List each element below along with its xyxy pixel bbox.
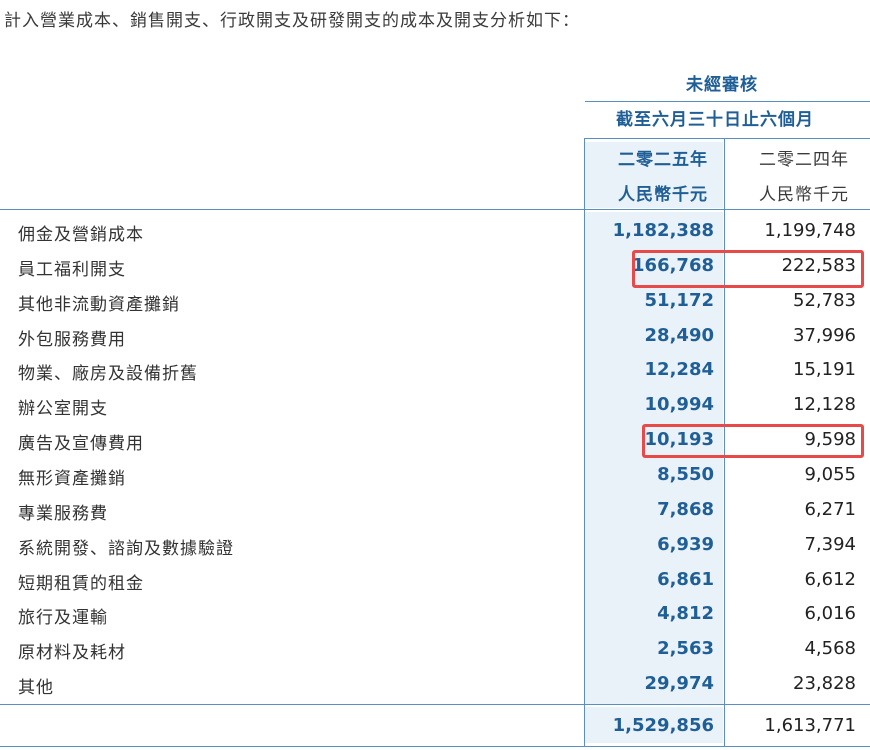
value-2025: 12,284 [644,359,714,381]
row-label: 原材料及耗材 [18,643,126,664]
value-2024: 9,055 [804,463,856,485]
table-row: 短期租賃的租金 6,861 6,612 [0,563,870,598]
column-divider-left [584,138,585,746]
body-top-rule [0,209,870,210]
unit-2025-header: 人民幣千元 [618,185,708,205]
table-row: 佣金及營銷成本 1,182,388 1,199,748 [0,214,870,249]
value-2025: 2,563 [657,638,714,660]
header-rule-1 [585,101,870,102]
value-2024: 6,016 [804,603,856,625]
table-row: 系統開發、諮詢及數據驗證 6,939 7,394 [0,528,870,563]
value-2024: 4,568 [804,638,856,660]
value-2024: 6,612 [804,568,856,590]
row-label: 佣金及營銷成本 [18,225,144,245]
value-2025: 6,861 [657,568,714,590]
value-2024: 37,996 [793,324,856,346]
highlight-box-staff-costs [632,250,864,288]
total-2024-value: 1,613,771 [764,715,856,736]
value-2025: 1,182,388 [612,220,714,241]
total-top-rule [0,704,870,705]
header-rule-2 [585,138,870,139]
row-label: 員工福利開支 [18,259,126,280]
value-2024: 52,783 [793,289,856,311]
row-label: 短期租賃的租金 [18,573,144,594]
year-2024-header: 二零二四年 [759,150,849,170]
table-row: 無形資產攤銷 8,550 9,055 [0,458,870,493]
value-2025: 4,812 [657,603,714,625]
row-label: 無形資產攤銷 [18,468,126,489]
value-2024: 23,828 [793,673,856,695]
year-2025-header: 二零二五年 [618,150,708,170]
value-2025: 28,490 [644,324,714,346]
value-2024: 7,394 [804,533,856,555]
row-label: 旅行及運輸 [18,608,108,629]
total-2025-value: 1,529,856 [612,715,714,736]
value-2025: 51,172 [644,289,714,311]
row-label: 外包服務費用 [18,329,126,350]
value-2025: 29,974 [644,673,714,695]
highlight-box-advertising [642,424,864,458]
table-row: 旅行及運輸 4,812 6,016 [0,597,870,632]
table-row: 其他非流動資產攤銷 51,172 52,783 [0,284,870,319]
table-row: 其他 29,974 23,828 [0,667,870,702]
row-label: 物業、廠房及設備折舊 [18,364,198,385]
table-row: 專業服務費 7,868 6,271 [0,493,870,528]
table-row: 辦公室開支 10,994 12,128 [0,388,870,423]
row-label: 辦公室開支 [18,399,108,420]
row-label: 系統開發、諮詢及數據驗證 [18,538,234,559]
table-row: 物業、廠房及設備折舊 12,284 15,191 [0,353,870,388]
value-2024: 15,191 [793,359,856,381]
total-bottom-rule [0,746,870,747]
period-header: 截至六月三十日止六個月 [616,110,814,130]
row-label: 其他非流動資產攤銷 [18,294,180,315]
value-2025: 7,868 [657,498,714,520]
row-label: 其他 [18,678,54,699]
value-2025: 10,994 [644,394,714,416]
row-label: 廣告及宣傳費用 [18,434,144,455]
table-row: 原材料及耗材 2,563 4,568 [0,632,870,667]
value-2025: 8,550 [657,463,714,485]
value-2024: 1,199,748 [764,220,856,241]
audit-status-header: 未經審核 [686,75,758,95]
total-row: 1,529,856 1,613,771 [0,709,870,744]
table-row: 外包服務費用 28,490 37,996 [0,319,870,354]
intro-text: 計入營業成本、銷售開支、行政開支及研發開支的成本及開支分析如下： [4,11,580,31]
value-2025: 6,939 [657,533,714,555]
unit-2024-header: 人民幣千元 [759,185,849,205]
value-2024: 12,128 [793,394,856,416]
row-label: 專業服務費 [18,503,108,524]
value-2024: 6,271 [804,498,856,520]
